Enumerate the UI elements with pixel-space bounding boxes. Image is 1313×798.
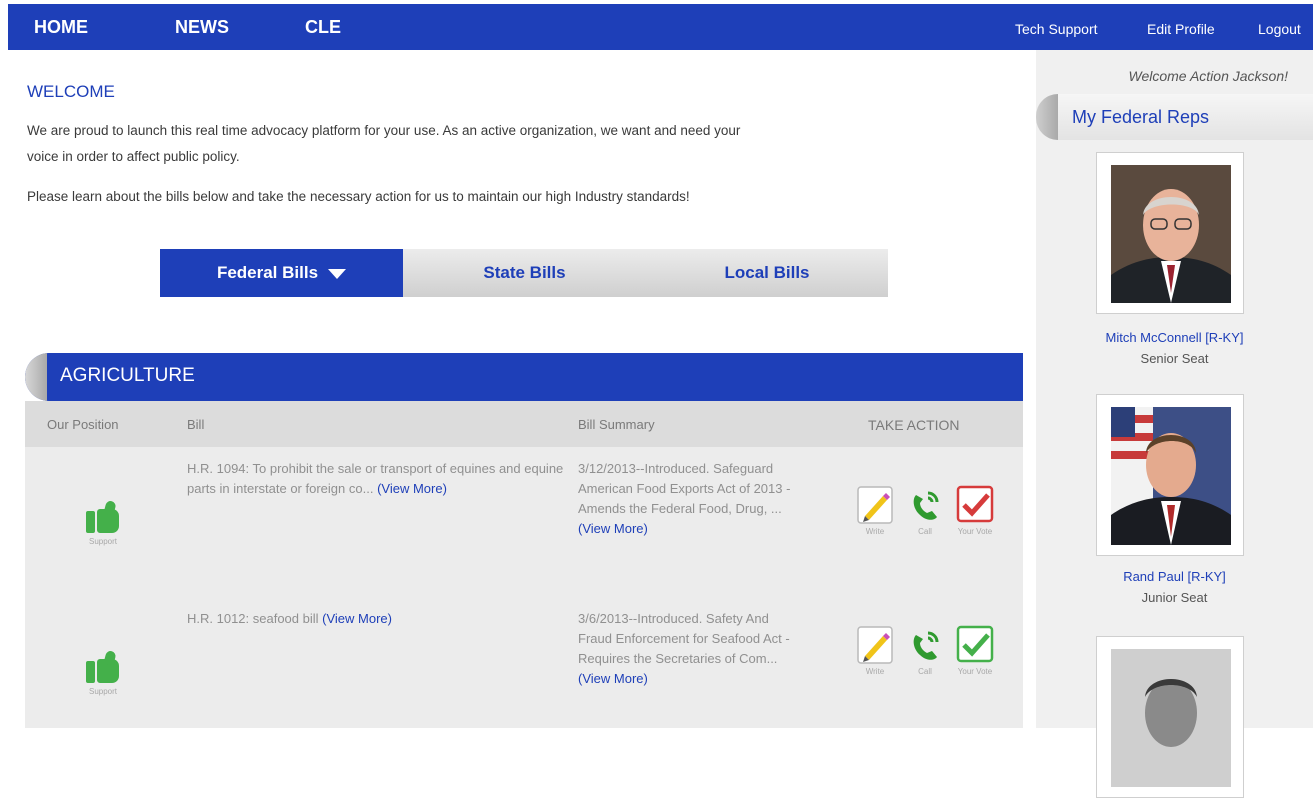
intro-line-3: Please learn about the bills below and t… [27,189,690,204]
rep-portrait-image [1111,649,1231,787]
welcome-user-text: Welcome Action Jackson! [1128,68,1288,84]
vote-label: Your Vote [957,667,993,676]
bill-view-more-link[interactable]: (View More) [322,611,392,626]
nav-cle-link[interactable]: CLE [305,17,341,38]
write-button[interactable]: Write [853,485,897,536]
edit-profile-link[interactable]: Edit Profile [1147,21,1215,37]
rep-name-link[interactable]: Rand Paul [R-KY] [1036,569,1313,584]
header-bill-summary: Bill Summary [578,417,655,432]
rep-photo [1111,407,1231,545]
vote-check-icon [956,485,994,523]
sidebar-title: My Federal Reps [1072,107,1210,127]
position-label: Support [88,537,118,546]
bill-cell: H.R. 1094: To prohibit the sale or trans… [187,459,567,499]
phone-icon [913,631,939,660]
phone-icon [913,491,939,520]
pencil-icon [857,486,893,524]
bill-tabs: Federal Bills State Bills Local Bills [160,249,888,297]
position-label: Support [88,687,118,696]
rep-photo [1111,165,1231,303]
main-content: WELCOME We are proud to launch this real… [0,50,1030,728]
position-cell: Support [73,649,133,696]
rep-photo-frame[interactable] [1096,394,1244,556]
rep-photo [1111,649,1231,787]
header-bill: Bill [187,417,205,432]
welcome-heading: WELCOME [27,82,115,101]
call-label: Call [918,527,932,536]
section-pill-decoration [25,353,47,401]
intro-line-1: We are proud to launch this real time ad… [27,123,741,138]
rep-photo-frame[interactable] [1096,152,1244,314]
call-button[interactable]: Call [903,625,947,676]
summary-view-more-link[interactable]: (View More) [578,521,648,536]
bill-view-more-link[interactable]: (View More) [377,481,447,496]
bill-text: H.R. 1094: To prohibit the sale or trans… [187,461,564,496]
tab-local-bills[interactable]: Local Bills [646,249,888,297]
section-header-agriculture: AGRICULTURE [25,353,1023,401]
vote-check-icon [956,625,994,663]
table-row: Support H.R. 1094: To prohibit the sale … [25,459,1023,597]
take-action-cell: Write Call Your Vote [853,625,1013,695]
your-vote-button[interactable]: Your Vote [953,625,997,676]
position-cell: Support [73,499,133,546]
bill-cell: H.R. 1012: seafood bill (View More) [187,609,567,629]
tech-support-link[interactable]: Tech Support [1015,21,1098,37]
take-action-cell: Write Call Your Vote [853,485,1013,555]
summary-text: 3/6/2013--Introduced. Safety And Fraud E… [578,611,790,666]
sidebar-federal-reps: Welcome Action Jackson! My Federal Reps … [1036,50,1313,798]
write-label: Write [865,527,885,536]
thumbs-up-icon [84,649,122,685]
summary-cell: 3/6/2013--Introduced. Safety And Fraud E… [578,609,798,689]
bill-text: H.R. 1012: seafood bill [187,611,319,626]
summary-text: 3/12/2013--Introduced. Safeguard America… [578,461,791,516]
top-nav-bar: HOME NEWS CLE Tech Support Edit Profile … [8,4,1313,50]
section-title: AGRICULTURE [60,365,195,386]
write-label: Write [865,667,885,676]
summary-cell: 3/12/2013--Introduced. Safeguard America… [578,459,798,539]
table-header: Our Position Bill Bill Summary TAKE ACTI… [25,401,1023,447]
header-take-action: TAKE ACTION [868,417,960,433]
summary-view-more-link[interactable]: (View More) [578,671,648,686]
sidebar-header: My Federal Reps [1036,94,1313,140]
nav-home-link[interactable]: HOME [34,17,88,38]
rep-photo-frame[interactable] [1096,636,1244,798]
pencil-icon [857,626,893,664]
sidebar-pill-decoration [1036,94,1058,140]
vote-label: Your Vote [957,527,993,536]
rep-name-link[interactable]: Mitch McConnell [R-KY] [1036,330,1313,345]
tab-federal-bills[interactable]: Federal Bills [160,249,403,297]
tab-federal-label: Federal Bills [216,263,319,282]
rep-portrait-image [1111,165,1231,303]
intro-line-2: voice in order to affect public policy. [27,149,240,164]
thumbs-up-icon [84,499,122,535]
call-label: Call [918,667,932,676]
write-button[interactable]: Write [853,625,897,676]
table-row: Support H.R. 1012: seafood bill (View Mo… [25,609,1023,747]
tab-state-bills[interactable]: State Bills [403,249,646,297]
logout-link[interactable]: Logout [1258,21,1301,37]
nav-news-link[interactable]: NEWS [175,17,229,38]
call-button[interactable]: Call [903,485,947,536]
header-our-position: Our Position [47,417,119,432]
rep-portrait-image [1111,407,1231,545]
rep-seat-label: Senior Seat [1140,351,1209,366]
bills-table: Our Position Bill Bill Summary TAKE ACTI… [25,401,1023,728]
rep-seat-label: Junior Seat [1141,590,1208,605]
your-vote-button[interactable]: Your Vote [953,485,997,536]
caret-down-icon [328,268,347,279]
